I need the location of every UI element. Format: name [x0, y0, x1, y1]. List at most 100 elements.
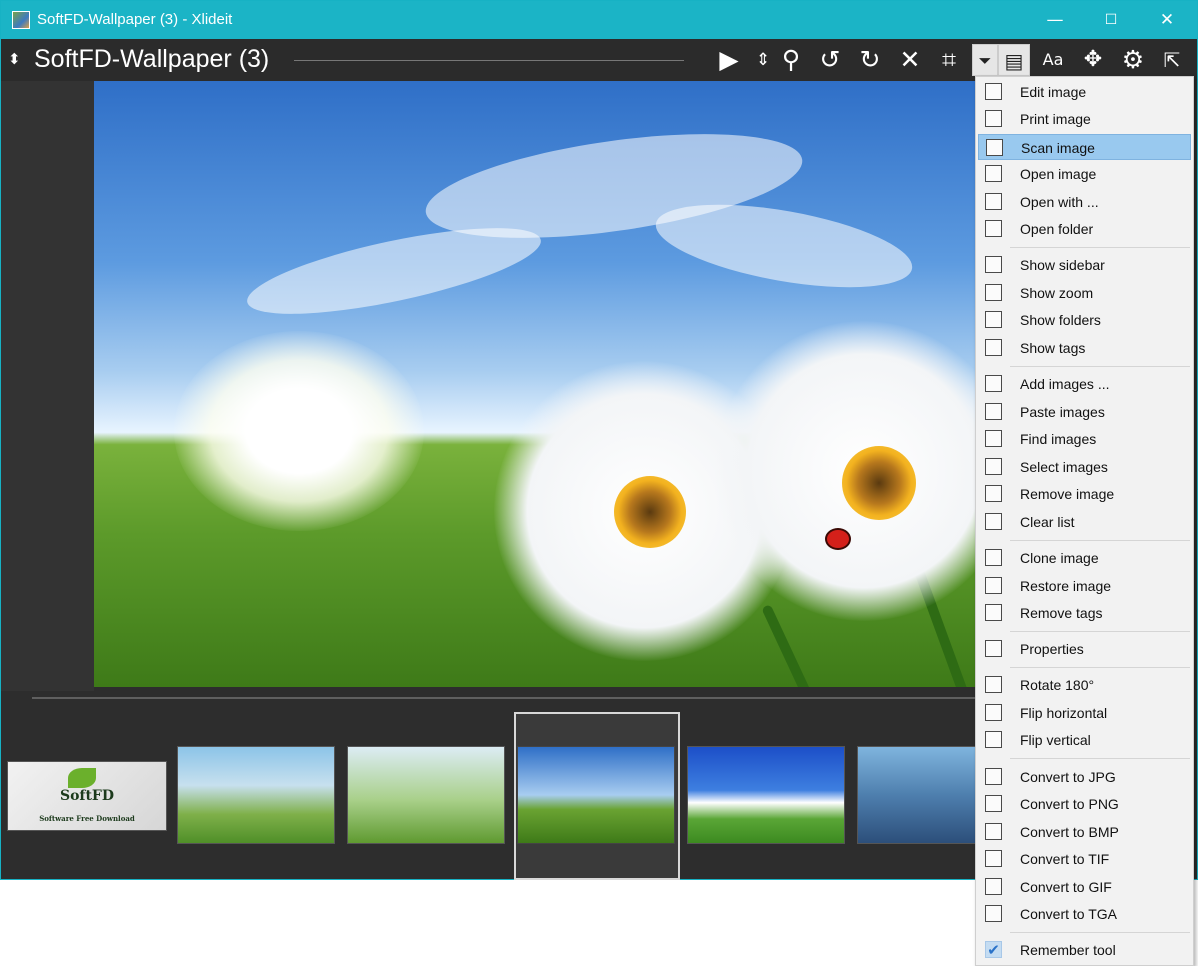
- menu-item-paste-images[interactable]: Paste images: [978, 399, 1191, 425]
- thumbnail-doves[interactable]: [857, 746, 977, 844]
- left-daisy-center: [614, 476, 686, 548]
- select-icon: [985, 458, 1002, 475]
- tags-icon: [985, 339, 1002, 356]
- settings-button[interactable]: ⚙: [1117, 44, 1149, 76]
- rotate-right-button[interactable]: ↻: [854, 44, 886, 76]
- menu-separator: [1010, 540, 1190, 541]
- menu-item-remember-tool[interactable]: ✔ Remember tool: [978, 937, 1191, 963]
- leaf-icon: [68, 768, 96, 788]
- rotate-left-button[interactable]: ↺: [814, 44, 846, 76]
- menu-item-properties[interactable]: Properties: [978, 636, 1191, 662]
- sidebar-button[interactable]: ▤: [998, 44, 1030, 76]
- menu-separator: [1010, 366, 1190, 367]
- play-button[interactable]: ▶: [713, 44, 745, 76]
- menu-separator: [1010, 247, 1190, 248]
- move-button[interactable]: ✥: [1077, 44, 1109, 76]
- image-divider: [32, 697, 998, 699]
- open-with-icon: [985, 193, 1002, 210]
- menu-item-show-folders[interactable]: Show folders: [978, 307, 1191, 333]
- close-image-button[interactable]: ✕: [894, 44, 926, 76]
- menu-item-convert-png[interactable]: Convert to PNG: [978, 791, 1191, 817]
- thumbnail-blue-sky[interactable]: [687, 746, 845, 844]
- scan-icon: [986, 139, 1003, 156]
- thumbnail-daisies[interactable]: [517, 746, 675, 844]
- menu-item-open-with[interactable]: Open with ...: [978, 189, 1191, 215]
- text-button[interactable]: Aa: [1037, 44, 1069, 76]
- menu-item-flip-horizontal[interactable]: Flip horizontal: [978, 700, 1191, 726]
- clear-list-icon: [985, 513, 1002, 530]
- sun-glow: [174, 331, 424, 531]
- menu-item-convert-gif[interactable]: Convert to GIF: [978, 874, 1191, 900]
- find-icon: [985, 430, 1002, 447]
- convert-jpg-icon: [985, 768, 1002, 785]
- thumbnail-logo[interactable]: SoftFD Software Free Download: [7, 761, 167, 831]
- menu-item-print-image[interactable]: Print image: [978, 106, 1191, 132]
- menu-item-show-sidebar[interactable]: Show sidebar: [978, 252, 1191, 278]
- cloud-shape: [241, 210, 547, 332]
- print-icon: [985, 110, 1002, 127]
- tools-dropdown-menu: Edit image Print image Scan image Open i…: [975, 76, 1194, 966]
- menu-item-show-tags[interactable]: Show tags: [978, 335, 1191, 361]
- convert-bmp-icon: [985, 823, 1002, 840]
- zoom-icon: [985, 284, 1002, 301]
- menu-item-convert-tif[interactable]: Convert to TIF: [978, 846, 1191, 872]
- dropdown-button[interactable]: ⏷: [972, 44, 998, 76]
- remove-icon: [985, 485, 1002, 502]
- toolbar: ⬍ SoftFD-Wallpaper (3) ▶ ⇕ ⚲ ↺ ↻ ✕ ⌗ ⏷ ▤…: [1, 39, 1197, 81]
- menu-item-open-folder[interactable]: Open folder: [978, 216, 1191, 242]
- sort-arrows-icon[interactable]: ⬍: [8, 50, 21, 68]
- logo-subtitle: Software Free Download: [39, 814, 135, 823]
- convert-png-icon: [985, 795, 1002, 812]
- thumbnail-spring-path[interactable]: [177, 746, 335, 844]
- open-folder-icon: [985, 220, 1002, 237]
- ladybug: [825, 528, 851, 550]
- thumbnail-meadow[interactable]: [347, 746, 505, 844]
- flip-horizontal-icon: [985, 704, 1002, 721]
- menu-item-edit-image[interactable]: Edit image: [978, 79, 1191, 105]
- menu-item-remove-image[interactable]: Remove image: [978, 481, 1191, 507]
- fullscreen-button[interactable]: ⇱: [1156, 44, 1188, 76]
- restore-icon: [985, 577, 1002, 594]
- menu-item-convert-bmp[interactable]: Convert to BMP: [978, 819, 1191, 845]
- check-icon: ✔: [985, 941, 1002, 959]
- close-button[interactable]: ✕: [1139, 1, 1195, 39]
- add-images-icon: [985, 375, 1002, 392]
- window-title: SoftFD-Wallpaper (3) - Xlideit: [37, 11, 233, 28]
- menu-item-find-images[interactable]: Find images: [978, 426, 1191, 452]
- menu-item-flip-vertical[interactable]: Flip vertical: [978, 727, 1191, 753]
- flip-vertical-icon: [985, 731, 1002, 748]
- maximize-button[interactable]: ☐: [1083, 1, 1139, 39]
- paste-icon: [985, 403, 1002, 420]
- title-bar: SoftFD-Wallpaper (3) - Xlideit — ☐ ✕: [1, 1, 1197, 39]
- main-image[interactable]: [94, 81, 998, 687]
- crop-button[interactable]: ⌗: [933, 44, 965, 76]
- menu-separator: [1010, 932, 1190, 933]
- menu-item-clear-list[interactable]: Clear list: [978, 509, 1191, 535]
- menu-item-rotate-180[interactable]: Rotate 180°: [978, 672, 1191, 698]
- logo-title: SoftFD: [59, 788, 115, 804]
- convert-tga-icon: [985, 905, 1002, 922]
- right-daisy-center: [842, 446, 916, 520]
- menu-item-convert-tga[interactable]: Convert to TGA: [978, 901, 1191, 927]
- menu-item-clone-image[interactable]: Clone image: [978, 545, 1191, 571]
- menu-item-open-image[interactable]: Open image: [978, 161, 1191, 187]
- sort-button[interactable]: ⇕: [751, 44, 775, 76]
- menu-item-scan-image[interactable]: Scan image: [978, 134, 1191, 160]
- minimize-button[interactable]: —: [1027, 1, 1083, 39]
- title-divider: [294, 60, 684, 61]
- rotate-180-icon: [985, 676, 1002, 693]
- sidebar-icon: [985, 256, 1002, 273]
- menu-item-add-images[interactable]: Add images ...: [978, 371, 1191, 397]
- open-image-icon: [985, 165, 1002, 182]
- menu-item-restore-image[interactable]: Restore image: [978, 573, 1191, 599]
- menu-separator: [1010, 631, 1190, 632]
- folders-icon: [985, 311, 1002, 328]
- convert-tif-icon: [985, 850, 1002, 867]
- menu-item-remove-tags[interactable]: Remove tags: [978, 600, 1191, 626]
- menu-item-select-images[interactable]: Select images: [978, 454, 1191, 480]
- zoom-button[interactable]: ⚲: [775, 44, 807, 76]
- image-title: SoftFD-Wallpaper (3): [34, 45, 270, 73]
- clone-icon: [985, 549, 1002, 566]
- menu-item-show-zoom[interactable]: Show zoom: [978, 280, 1191, 306]
- menu-item-convert-jpg[interactable]: Convert to JPG: [978, 764, 1191, 790]
